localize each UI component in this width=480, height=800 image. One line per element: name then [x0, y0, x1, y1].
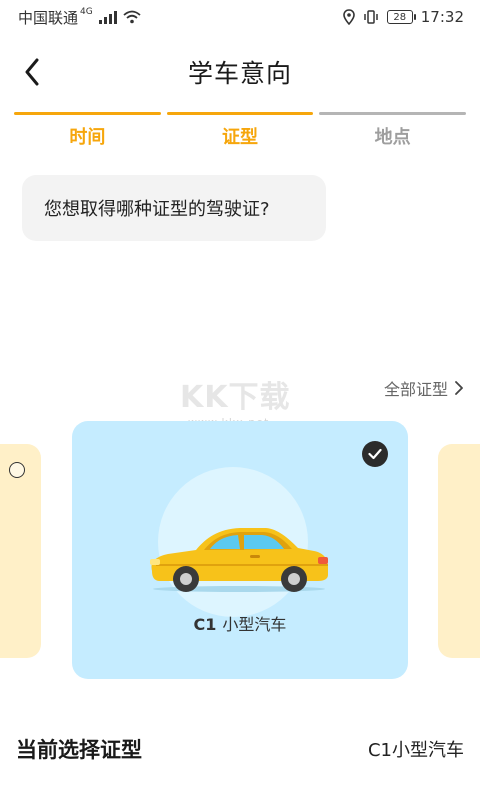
step-label: 时间 — [69, 127, 106, 148]
step-progress-bar — [166, 112, 314, 115]
license-code: C1 — [193, 615, 217, 634]
battery-icon: 28 — [386, 10, 416, 24]
step-location[interactable]: 地点 — [319, 112, 467, 149]
signal-icon — [98, 10, 117, 24]
status-bar: 中国联通 4G 28 17:32 — [0, 0, 480, 34]
license-card-selected[interactable]: C1 小型汽车 — [72, 421, 408, 679]
step-time[interactable]: 时间 — [14, 112, 161, 149]
license-name: 小型汽车 — [222, 615, 287, 634]
chevron-right-icon — [455, 381, 463, 395]
wifi-icon — [123, 10, 141, 24]
license-card-previous[interactable] — [0, 444, 41, 658]
step-progress-bar — [319, 112, 467, 115]
all-license-types-link[interactable]: 全部证型 — [384, 376, 464, 400]
battery-level: 28 — [393, 11, 407, 23]
step-label: 证型 — [222, 127, 258, 148]
license-card-next[interactable] — [438, 444, 480, 658]
clock: 17:32 — [420, 8, 464, 26]
app-header: 学车意向 — [0, 34, 480, 110]
all-license-types-label: 全部证型 — [383, 380, 448, 399]
current-selection-value: C1小型汽车 — [367, 740, 464, 761]
question-bubble: 您想取得哪种证型的驾驶证? — [22, 175, 326, 241]
vibrate-icon — [364, 10, 378, 24]
current-selection-row: 当前选择证型 C1小型汽车 — [16, 734, 464, 764]
license-card-label: C1 小型汽车 — [72, 611, 408, 635]
step-label: 地点 — [374, 127, 411, 148]
step-indicator: 时间 证型 地点 — [14, 112, 467, 149]
step-progress-bar — [14, 112, 161, 115]
step-license-type[interactable]: 证型 — [166, 112, 314, 149]
unchecked-circle-icon — [9, 462, 25, 478]
car-icon — [150, 528, 328, 592]
status-left: 中国联通 4G — [18, 7, 141, 28]
current-selection-label: 当前选择证型 — [16, 738, 142, 762]
watermark-main: KK下载 — [180, 380, 291, 415]
carrier-name: 中国联通 — [18, 8, 79, 27]
question-text: 您想取得哪种证型的驾驶证? — [44, 199, 270, 220]
location-icon — [342, 9, 355, 25]
network-type: 4G — [80, 7, 93, 17]
page-title: 学车意向 — [187, 59, 292, 88]
check-circle-icon — [362, 441, 388, 467]
status-right: 28 17:32 — [342, 8, 464, 26]
